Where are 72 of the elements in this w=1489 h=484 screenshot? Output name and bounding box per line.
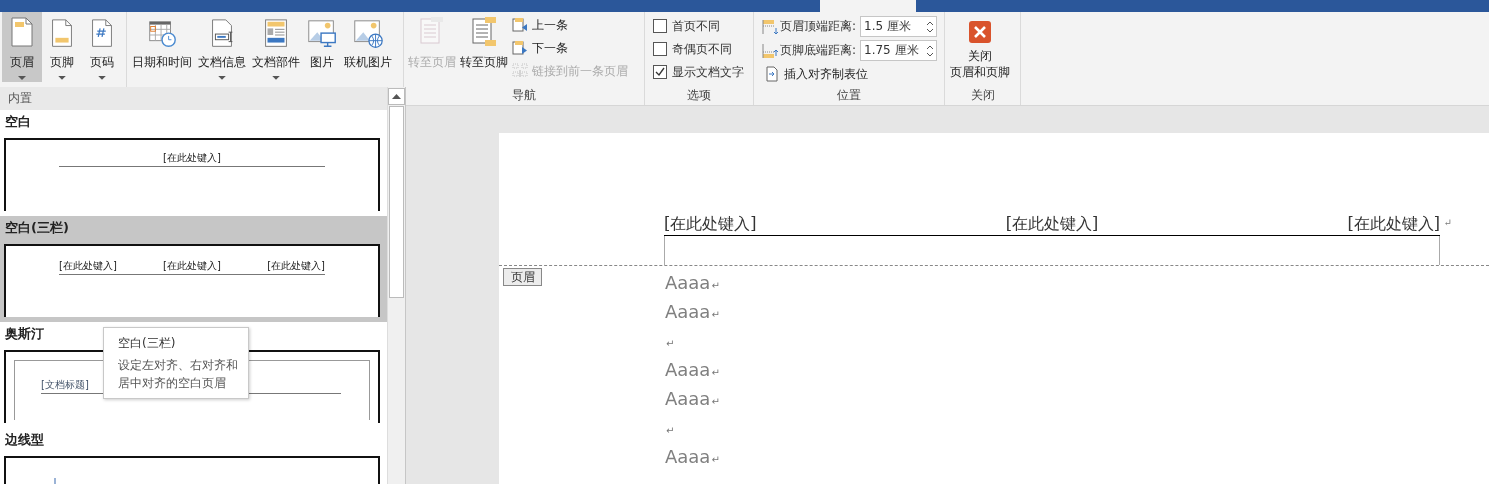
close-header-footer-button[interactable]: 关闭 页眉和页脚 xyxy=(947,14,1013,82)
link-icon xyxy=(512,63,528,79)
picture-icon xyxy=(306,18,338,49)
paragraph-mark: ↵ xyxy=(711,367,720,378)
calendar-clock-icon xyxy=(146,18,178,49)
gallery-item-title[interactable]: 空白(三栏) xyxy=(5,218,69,238)
ribbon-button[interactable]: 页码 xyxy=(82,14,122,82)
paragraph-text: Aaaa xyxy=(665,446,711,467)
paragraph-text: Aaaa xyxy=(665,359,711,380)
gallery-item-title[interactable]: 奥斯汀 xyxy=(5,324,44,344)
scroll-up-icon[interactable] xyxy=(388,88,405,105)
paragraph-text: Aaaa xyxy=(665,272,711,293)
picture-globe-icon xyxy=(352,18,384,49)
field-label: 页脚底端距离: xyxy=(780,42,858,59)
checkbox-label: 显示文档文字 xyxy=(672,63,744,81)
group-label: 位置 xyxy=(836,87,862,104)
gallery-item-title[interactable]: 空白 xyxy=(5,112,31,132)
paragraph-mark: ↵ xyxy=(1443,216,1452,230)
gallery-item-title[interactable]: 边线型 xyxy=(5,430,44,450)
paragraph-mark: ↵ xyxy=(666,338,675,349)
preview-text: [文档标题] xyxy=(41,379,89,391)
header-tag: 页眉 xyxy=(503,268,542,286)
paragraph-text: Aaaa xyxy=(665,301,711,322)
checkbox[interactable] xyxy=(653,19,667,33)
checkbox[interactable] xyxy=(653,65,667,79)
ribbon-small-button[interactable]: 下一条 xyxy=(510,38,630,58)
ribbon-button[interactable]: 文档部件 xyxy=(249,14,303,82)
ribbon-button[interactable]: 文档信息 xyxy=(195,14,249,82)
next-icon xyxy=(512,40,528,56)
header-placeholder[interactable]: [在此处键入] xyxy=(1347,213,1440,234)
previous-icon xyxy=(512,17,528,33)
checkbox-label: 首页不同 xyxy=(672,17,720,35)
preview-text: [在此处键入] xyxy=(163,260,221,272)
tooltip-description: 设定左对齐、右对齐和居中对齐的空白页眉 xyxy=(118,357,239,392)
checkbox-label: 奇偶页不同 xyxy=(672,40,732,58)
paragraph-mark: ↵ xyxy=(711,454,720,465)
spinner-field[interactable]: 1.75 厘米 xyxy=(860,40,937,61)
header-margin-icon xyxy=(762,18,778,35)
preview-text: [在此处键入] xyxy=(163,152,221,164)
field-label: 页眉顶端距离: xyxy=(780,18,858,35)
ribbon-button[interactable]: 转至页脚 xyxy=(458,14,510,82)
preview-text: [在此处键入] xyxy=(59,260,117,272)
ribbon-small-button[interactable]: 插入对齐制表位 xyxy=(762,64,870,84)
scrollbar[interactable] xyxy=(387,87,405,484)
tooltip-title: 空白(三栏) xyxy=(118,335,177,352)
header-placeholder[interactable]: [在此处键入] xyxy=(664,213,757,234)
header-placeholder[interactable]: [在此处键入] xyxy=(1005,213,1099,234)
paragraph-mark: ↵ xyxy=(666,425,675,436)
ribbon-button[interactable]: 联机图片 xyxy=(341,14,395,82)
checkbox[interactable] xyxy=(653,42,667,56)
footer-margin-icon xyxy=(762,42,778,59)
paragraph-mark: ↵ xyxy=(711,396,720,407)
ribbon-button[interactable]: 图片 xyxy=(303,14,341,82)
paragraph-mark: ↵ xyxy=(711,280,720,291)
gallery-section-header: 内置 xyxy=(0,87,387,110)
ribbon-button[interactable]: 页眉 xyxy=(2,12,42,82)
preview-text: [在此处键入] xyxy=(267,260,325,272)
spin-arrows-icon xyxy=(926,19,934,34)
close-icon xyxy=(968,20,992,44)
page-arrow-icon xyxy=(764,66,780,82)
group-label: 导航 xyxy=(511,87,537,104)
spin-arrows-icon xyxy=(926,43,934,58)
ribbon-button[interactable]: 日期和时间 xyxy=(129,14,195,82)
group-label: 选项 xyxy=(686,87,712,104)
group-label: 关闭 xyxy=(969,87,996,104)
scrollbar-thumb[interactable] xyxy=(389,106,404,298)
spinner-field[interactable]: 1.5 厘米 xyxy=(860,16,937,37)
ribbon-button[interactable]: 页脚 xyxy=(42,14,82,82)
ribbon-small-button[interactable]: 上一条 xyxy=(510,15,630,35)
gallery-item[interactable]: 空白(三栏) [在此处键入] [在此处键入] [在此处键入] xyxy=(0,216,387,322)
paragraph-mark: ↵ xyxy=(711,309,720,320)
paragraph-text: Aaaa xyxy=(665,388,711,409)
